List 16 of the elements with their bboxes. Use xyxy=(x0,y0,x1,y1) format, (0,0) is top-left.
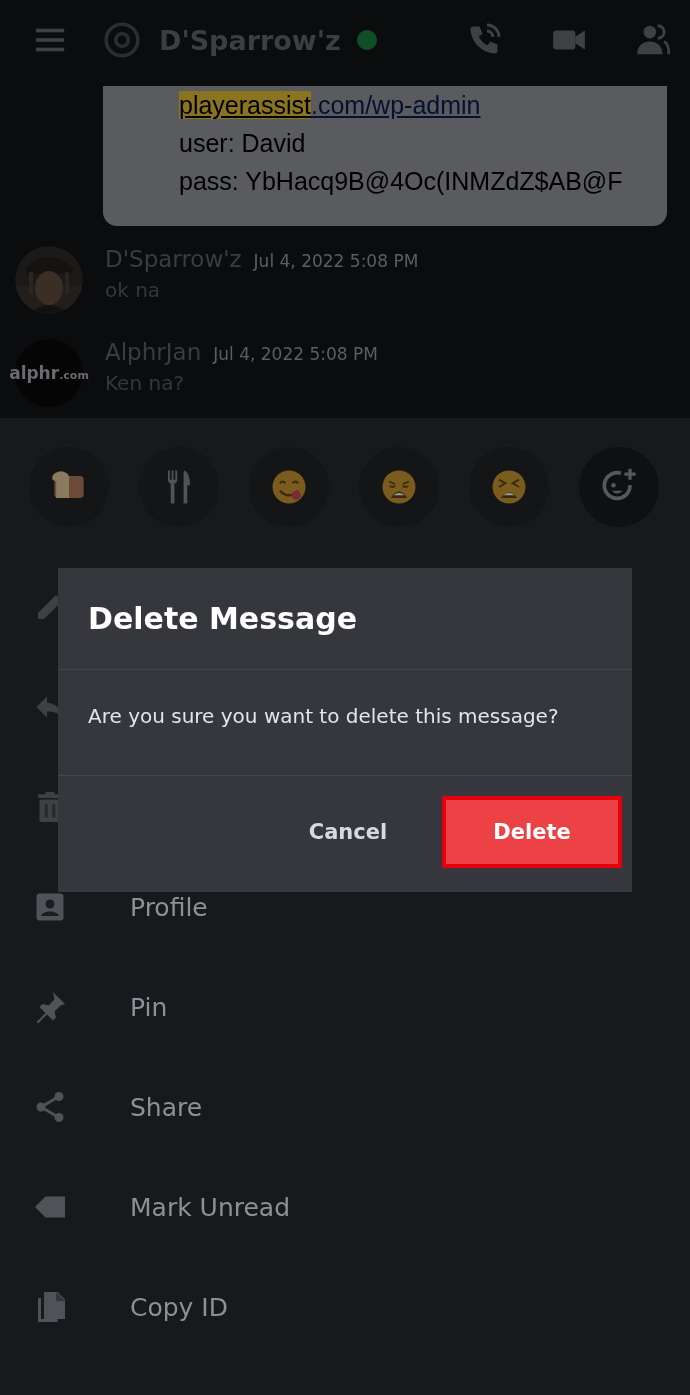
timestamp: Jul 4, 2022 5:08 PM xyxy=(253,251,419,271)
attachment-text: user: David xyxy=(179,128,307,159)
cancel-button[interactable]: Cancel xyxy=(272,798,424,866)
dialog-message: Are you sure you want to delete this message? xyxy=(58,670,632,776)
menu-item[interactable]: Mark Unread xyxy=(130,1192,291,1222)
menu-item[interactable]: Pin xyxy=(130,992,168,1022)
menu-item[interactable]: Share xyxy=(130,1092,203,1122)
timestamp: Jul 4, 2022 5:08 PM xyxy=(213,344,378,364)
at-icon xyxy=(103,21,141,59)
menu-item[interactable]: Copy ID xyxy=(130,1292,228,1322)
delete-button[interactable]: Delete xyxy=(444,798,620,866)
logo-text: alphr.com xyxy=(9,363,89,383)
menu-item[interactable]: Profile xyxy=(130,892,208,922)
attachment-text: pass: YbHacq9B@4Oc(INMZdZ$AB@F xyxy=(179,166,624,197)
link-text[interactable]: playerassist.com/wp-admin xyxy=(179,86,651,124)
dialog-title: Delete Message xyxy=(58,568,632,670)
